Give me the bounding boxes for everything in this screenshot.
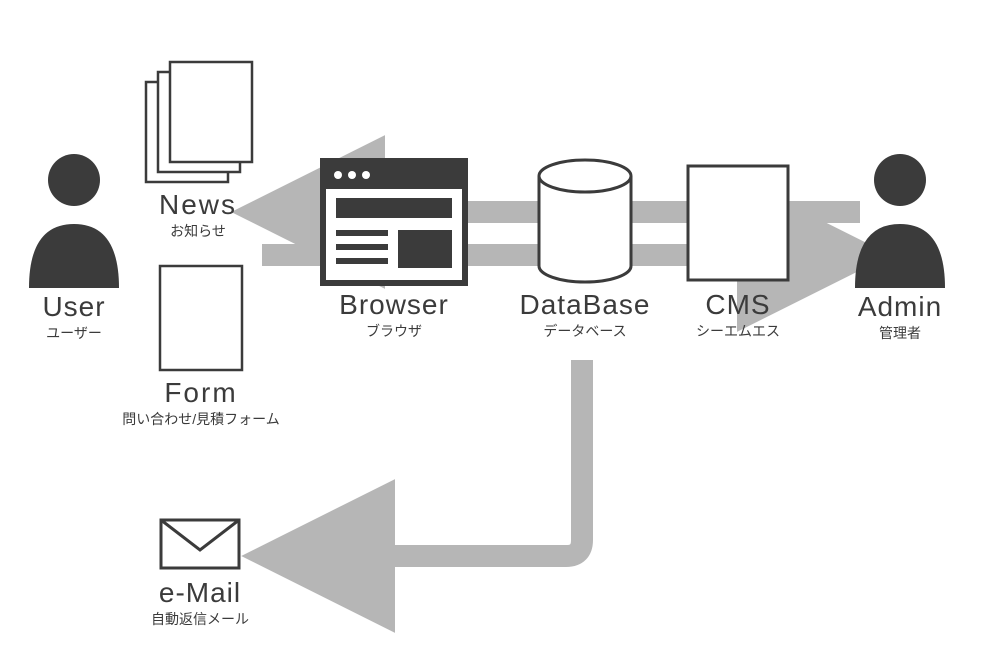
arrow-db-to-email bbox=[272, 360, 582, 556]
cms-title: CMS bbox=[672, 290, 804, 321]
node-cms: CMS シーエムエス bbox=[672, 160, 804, 340]
node-news: News お知らせ bbox=[118, 58, 278, 240]
node-admin: Admin 管理者 bbox=[836, 138, 964, 342]
news-subtitle: お知らせ bbox=[118, 223, 278, 240]
browser-title: Browser bbox=[310, 290, 478, 321]
person-icon bbox=[855, 138, 945, 288]
news-title: News bbox=[118, 190, 278, 221]
email-title: e-Mail bbox=[112, 578, 288, 609]
admin-subtitle: 管理者 bbox=[836, 325, 964, 342]
database-subtitle: データベース bbox=[504, 323, 666, 340]
form-title: Form bbox=[90, 378, 312, 409]
pages-icon bbox=[138, 58, 258, 186]
email-subtitle: 自動返信メール bbox=[112, 611, 288, 628]
browser-subtitle: ブラウザ bbox=[310, 323, 478, 340]
admin-title: Admin bbox=[836, 292, 964, 323]
box-icon bbox=[682, 160, 794, 286]
cms-subtitle: シーエムエス bbox=[672, 323, 804, 340]
database-title: DataBase bbox=[504, 290, 666, 321]
form-subtitle: 問い合わせ/見積フォーム bbox=[90, 411, 312, 428]
node-database: DataBase データベース bbox=[504, 156, 666, 340]
mail-icon bbox=[155, 514, 245, 574]
node-browser: Browser ブラウザ bbox=[310, 158, 478, 340]
cylinder-icon bbox=[531, 156, 639, 286]
node-form: Form 問い合わせ/見積フォーム bbox=[90, 262, 312, 428]
page-icon bbox=[156, 262, 246, 374]
browser-icon bbox=[320, 158, 468, 286]
node-email: e-Mail 自動返信メール bbox=[112, 510, 288, 628]
